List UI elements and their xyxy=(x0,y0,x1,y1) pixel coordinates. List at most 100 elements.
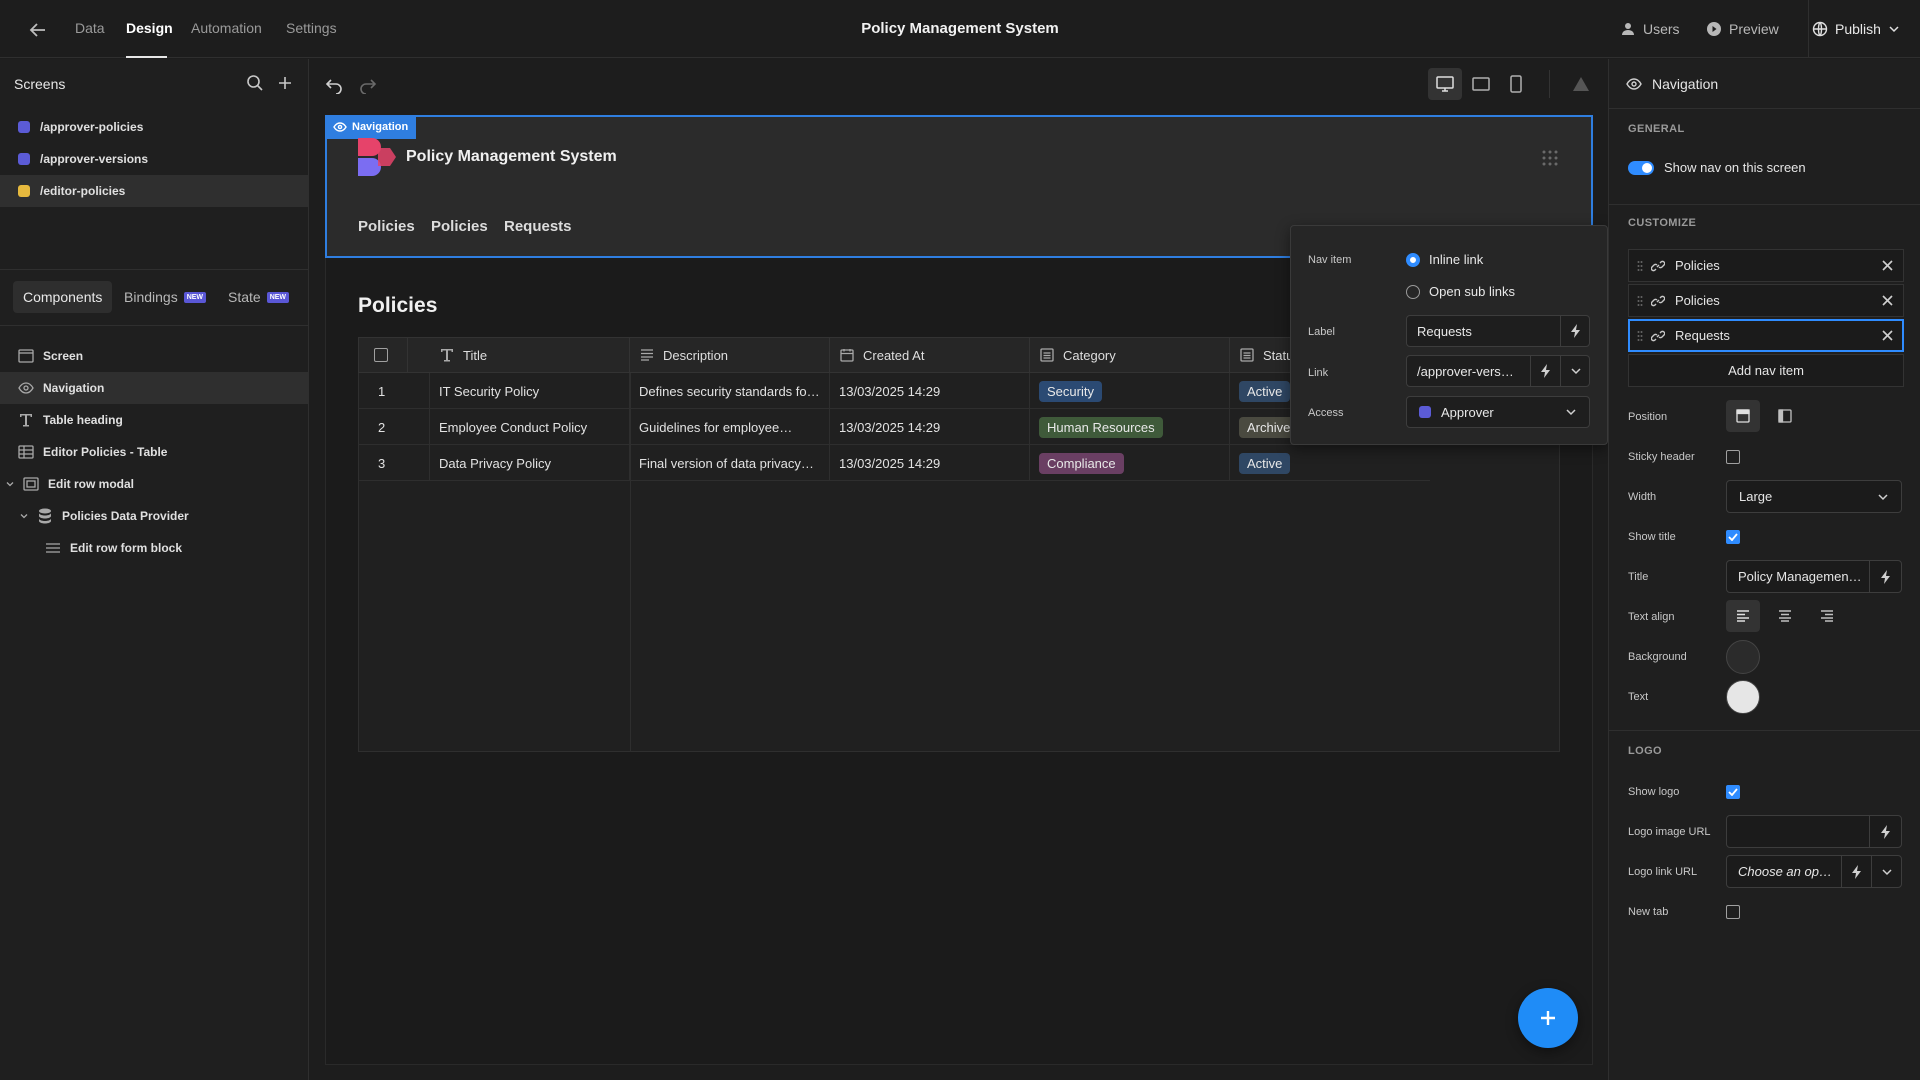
redo-icon[interactable] xyxy=(358,74,378,94)
list-icon xyxy=(1040,348,1054,362)
text-align-label: Text align xyxy=(1628,611,1675,623)
sticky-header-label: Sticky header xyxy=(1628,451,1695,463)
subtab-bindings[interactable]: Bindings NEW xyxy=(114,281,216,313)
access-field-label: Access xyxy=(1308,407,1344,419)
logo-link-url-select[interactable]: Choose an op… xyxy=(1726,855,1902,888)
add-nav-item-button[interactable]: Add nav item xyxy=(1628,354,1904,387)
nav-link-policies[interactable]: Policies xyxy=(358,218,415,235)
tree-item-editor-policies-table[interactable]: Editor Policies - Table xyxy=(0,436,308,468)
background-color-picker[interactable] xyxy=(1726,640,1760,674)
tab-data[interactable]: Data xyxy=(75,20,105,36)
show-nav-toggle[interactable] xyxy=(1628,160,1654,175)
column-header-status[interactable]: Statu xyxy=(1230,337,1293,373)
logo-image-url-input[interactable] xyxy=(1726,815,1902,848)
show-logo-checkbox[interactable] xyxy=(1726,785,1740,799)
select-all-checkbox-cell xyxy=(358,337,408,373)
background-label: Background xyxy=(1628,651,1687,663)
column-header-title[interactable]: Title xyxy=(430,337,630,373)
column-header-category[interactable]: Category xyxy=(1030,337,1230,373)
chevron-down-icon[interactable] xyxy=(6,480,14,488)
nav-item-row-requests[interactable]: Requests xyxy=(1628,319,1904,352)
mobile-view-icon[interactable] xyxy=(1510,75,1522,93)
users-button[interactable]: Users xyxy=(1620,18,1680,40)
close-icon[interactable] xyxy=(1882,330,1893,341)
drag-handle-icon[interactable] xyxy=(1637,260,1643,272)
screens-title: Screens xyxy=(14,76,66,92)
binding-bolt-icon[interactable] xyxy=(1841,855,1871,888)
sticky-header-checkbox[interactable] xyxy=(1726,450,1740,464)
nav-item-row-policies[interactable]: Policies xyxy=(1628,249,1904,282)
tab-design[interactable]: Design xyxy=(126,20,173,36)
tab-automation[interactable]: Automation xyxy=(191,20,262,36)
undo-icon[interactable] xyxy=(324,74,344,94)
publish-button[interactable]: Publish xyxy=(1812,18,1900,40)
close-icon[interactable] xyxy=(1882,260,1893,271)
tree-item-navigation[interactable]: Navigation xyxy=(0,372,308,404)
binding-bolt-icon[interactable] xyxy=(1869,815,1901,848)
nav-link-policies-2[interactable]: Policies xyxy=(431,218,488,235)
tab-settings[interactable]: Settings xyxy=(286,20,337,36)
column-header-created-at[interactable]: Created At xyxy=(830,337,1030,373)
show-title-checkbox[interactable] xyxy=(1726,530,1740,544)
screen-item-approver-versions[interactable]: /approver-versions xyxy=(0,143,308,175)
navigation-badge: Navigation xyxy=(325,115,417,139)
user-icon xyxy=(1620,21,1636,37)
binding-bolt-icon[interactable] xyxy=(1560,315,1590,347)
text-color-picker[interactable] xyxy=(1726,680,1760,714)
subtab-components[interactable]: Components xyxy=(13,281,113,313)
app-logo[interactable] xyxy=(358,138,396,176)
back-arrow-icon[interactable] xyxy=(26,18,50,42)
radio-open-sub-links[interactable]: Open sub links xyxy=(1406,284,1515,299)
drag-handle-icon[interactable] xyxy=(1637,330,1643,342)
radio-inline-link[interactable]: Inline link xyxy=(1406,252,1483,267)
category-tag: Human Resources xyxy=(1039,416,1163,438)
tablet-view-icon[interactable] xyxy=(1472,76,1490,92)
drag-handle-icon[interactable] xyxy=(1637,295,1643,307)
access-select[interactable]: Approver xyxy=(1406,396,1590,428)
tree-item-screen[interactable]: Screen xyxy=(0,340,308,372)
title-input[interactable]: Policy Managemen… xyxy=(1726,560,1902,593)
screen-item-approver-policies[interactable]: /approver-policies xyxy=(0,111,308,143)
screen-item-editor-policies[interactable]: /editor-policies xyxy=(0,175,308,207)
modal-icon xyxy=(23,476,39,492)
table-row[interactable]: 2 Employee Conduct Policy Guidelines for… xyxy=(358,409,1430,445)
screen-color-swatch xyxy=(18,185,30,197)
subtab-state[interactable]: State NEW xyxy=(218,281,299,313)
binding-bolt-icon[interactable] xyxy=(1530,355,1560,387)
nav-link-requests[interactable]: Requests xyxy=(504,218,572,235)
column-header-description[interactable]: Description xyxy=(630,337,830,373)
globe-icon xyxy=(1812,21,1828,37)
add-row-button[interactable] xyxy=(1518,988,1578,1048)
search-icon[interactable] xyxy=(246,74,264,92)
select-all-checkbox[interactable] xyxy=(374,348,388,362)
close-icon[interactable] xyxy=(1882,295,1893,306)
table-row[interactable]: 1 IT Security Policy Defines security st… xyxy=(358,373,1430,409)
chevron-down-icon[interactable] xyxy=(20,512,28,520)
binding-bolt-icon[interactable] xyxy=(1869,560,1901,593)
width-select[interactable]: Large xyxy=(1726,480,1902,513)
preview-button[interactable]: Preview xyxy=(1706,18,1779,40)
nav-item-row-policies-2[interactable]: Policies xyxy=(1628,284,1904,317)
warning-icon[interactable] xyxy=(1572,76,1590,92)
table-row[interactable]: 3 Data Privacy Policy Final version of d… xyxy=(358,445,1430,481)
show-nav-toggle-row[interactable]: Show nav on this screen xyxy=(1628,160,1806,175)
new-badge: NEW xyxy=(183,291,207,303)
tree-item-table-heading[interactable]: Table heading xyxy=(0,404,308,436)
chevron-down-icon[interactable] xyxy=(1560,355,1590,387)
new-tab-checkbox[interactable] xyxy=(1726,905,1740,919)
drag-handle-icon[interactable] xyxy=(1541,149,1559,167)
chevron-down-icon xyxy=(1565,406,1577,418)
tree-item-edit-row-modal[interactable]: Edit row modal xyxy=(0,468,308,500)
position-top-icon[interactable] xyxy=(1726,400,1760,432)
desktop-view-icon[interactable] xyxy=(1428,68,1462,100)
position-left-icon[interactable] xyxy=(1768,400,1802,432)
tree-item-policies-data-provider[interactable]: Policies Data Provider xyxy=(0,500,308,532)
align-right-icon[interactable] xyxy=(1810,600,1844,632)
link-icon xyxy=(1651,329,1665,343)
align-center-icon[interactable] xyxy=(1768,600,1802,632)
add-screen-icon[interactable] xyxy=(276,74,294,92)
tree-item-edit-row-form-block[interactable]: Edit row form block xyxy=(0,532,308,564)
divider xyxy=(0,325,308,326)
align-left-icon[interactable] xyxy=(1726,600,1760,632)
chevron-down-icon[interactable] xyxy=(1871,855,1901,888)
